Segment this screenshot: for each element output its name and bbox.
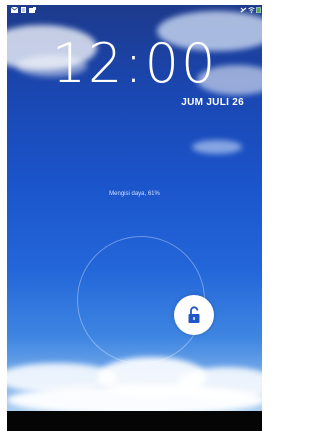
cloud-bottom-4 bbox=[7, 385, 262, 411]
phone-frame: 12:00 JUM JULI 26 Mengisi daya, 61% bbox=[0, 0, 268, 431]
mail-icon bbox=[11, 7, 18, 13]
unlock-button[interactable] bbox=[174, 295, 214, 335]
status-bar bbox=[7, 5, 262, 17]
wifi-icon bbox=[248, 7, 255, 13]
navigation-bar bbox=[7, 411, 262, 431]
lockscreen-clock: 12:00 bbox=[51, 32, 218, 95]
charging-status: Mengisi daya, 61% bbox=[109, 191, 160, 197]
screenshot-icon bbox=[29, 7, 36, 13]
battery-icon bbox=[256, 7, 261, 13]
document-icon bbox=[21, 7, 26, 13]
cloud-mid bbox=[192, 140, 242, 154]
lockscreen: 12:00 JUM JULI 26 Mengisi daya, 61% bbox=[7, 5, 262, 411]
notification-icon bbox=[240, 7, 247, 13]
unlock-icon bbox=[188, 306, 200, 323]
lockscreen-date: JUM JULI 26 bbox=[181, 97, 244, 108]
